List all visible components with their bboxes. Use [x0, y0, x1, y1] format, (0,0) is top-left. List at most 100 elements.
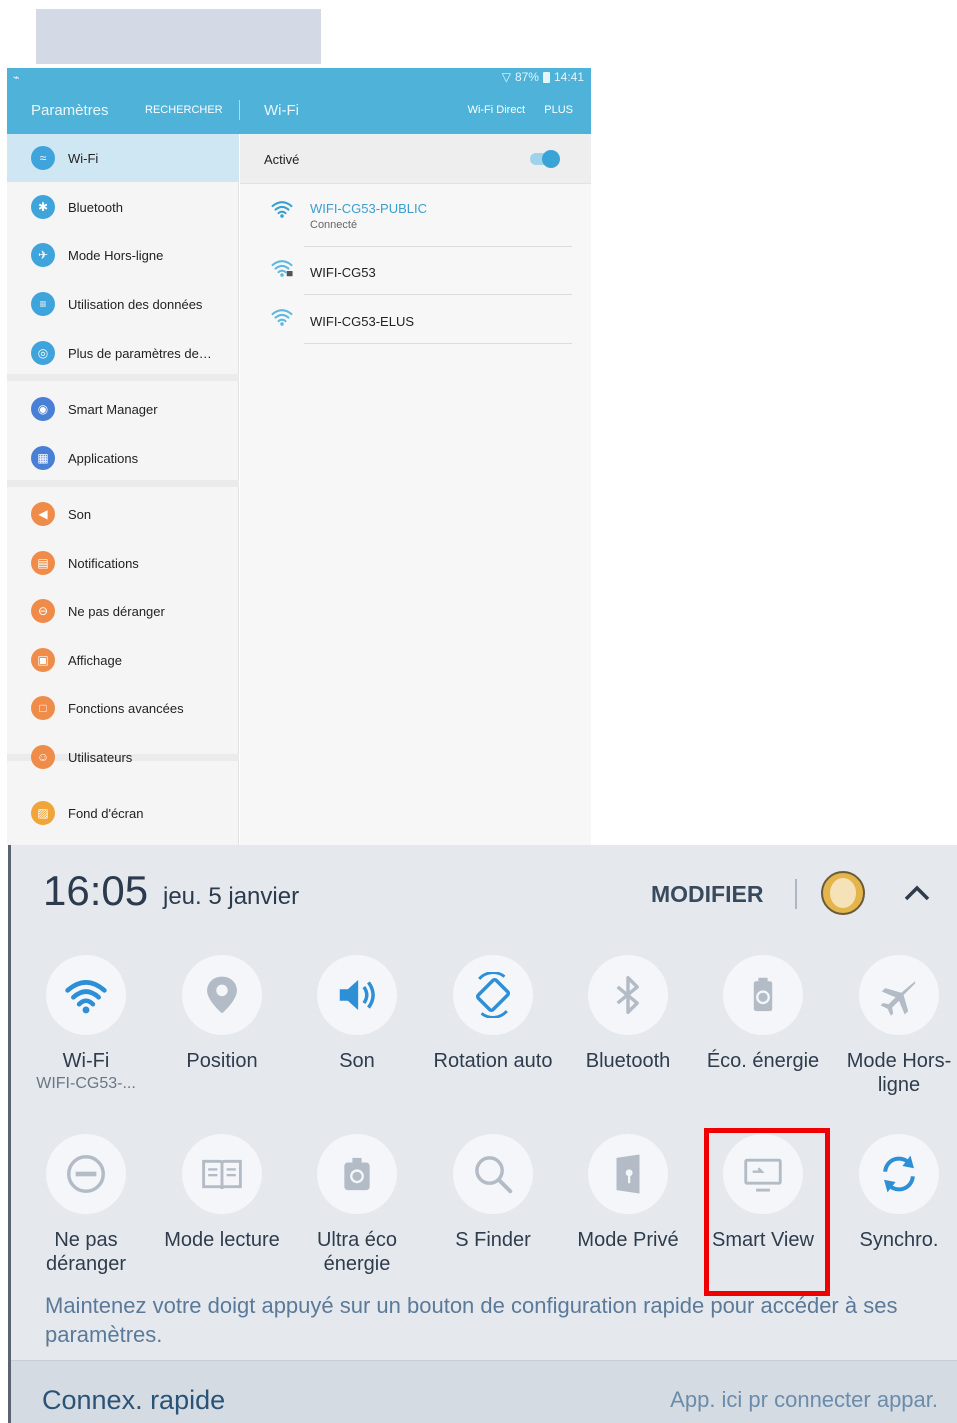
airplane-icon: ✈ — [31, 243, 55, 267]
wifi-icon: ≈ — [31, 146, 55, 170]
wifi-network-name: WIFI-CG53-PUBLIC — [310, 201, 428, 216]
quick-tile-label: Mode Privé — [577, 1229, 679, 1251]
location-icon — [182, 955, 262, 1035]
sidebar-item-label: Fonctions avancées — [68, 700, 184, 716]
quick-connect-title: Connex. rapide — [42, 1385, 226, 1415]
sidebar-item-users[interactable]: ☺ Utilisateurs — [7, 733, 239, 781]
quick-tile-label: Position — [186, 1050, 258, 1072]
chevron-up-icon[interactable] — [899, 875, 935, 911]
sidebar-item-label: Utilisateurs — [68, 749, 133, 765]
panel-time: 16:05 — [43, 867, 149, 914]
quick-tile-sublabel: WIFI-CG53-... — [36, 1075, 136, 1092]
wifi-network-status: Connecté — [310, 219, 358, 231]
wifi-toggle[interactable] — [530, 150, 560, 168]
wifi-network-item[interactable]: WIFI-CG53-ELUS — [240, 295, 591, 344]
wifi-toggle-row[interactable]: Activé — [240, 134, 591, 184]
quick-tile-battery-saver[interactable]: Éco. énergie — [698, 955, 828, 1073]
sidebar-item-label: Plus de paramètres de… — [68, 345, 212, 361]
wifi-network-item[interactable]: WIFI-CG53-PUBLIC Connecté — [240, 185, 591, 247]
search-icon — [453, 1134, 533, 1214]
search-button[interactable]: RECHERCHER — [145, 104, 223, 116]
notification-icon: ⌁ — [13, 71, 20, 84]
quick-tile-label: Mode Hors-ligne — [846, 1050, 952, 1096]
quick-tile-airplane[interactable]: Mode Hors-ligne — [834, 955, 957, 1097]
blank-banner — [36, 9, 321, 64]
rotation-icon — [453, 955, 533, 1035]
settings-header: Paramètres RECHERCHER Wi-Fi Wi-Fi Direct… — [7, 86, 591, 134]
display-icon: ▣ — [31, 648, 55, 672]
sidebar-item-airplane[interactable]: ✈ Mode Hors-ligne — [7, 231, 239, 279]
sync-icon — [859, 1134, 939, 1214]
sidebar-item-apps[interactable]: ▦ Applications — [7, 434, 239, 482]
wifi-network-name: WIFI-CG53 — [310, 265, 376, 280]
quick-tile-wifi[interactable]: Wi-Fi WIFI-CG53-... — [21, 955, 151, 1093]
advanced-features-icon: □ — [31, 696, 55, 720]
sidebar-item-display[interactable]: ▣ Affichage — [7, 636, 239, 684]
battery-icon — [542, 71, 550, 83]
quick-tile-ultra-power-saving[interactable]: Ultra éco énergie — [292, 1134, 422, 1276]
quick-connect-hint: App. ici pr connecter appar. — [670, 1387, 938, 1412]
do-not-disturb-icon — [46, 1134, 126, 1214]
quick-tile-label: Bluetooth — [585, 1050, 671, 1072]
notifications-icon: ▤ — [31, 551, 55, 575]
quick-tile-location[interactable]: Position — [157, 955, 287, 1073]
modify-button[interactable]: MODIFIER — [651, 881, 763, 908]
quick-tile-label: Éco. énergie — [706, 1050, 820, 1072]
sidebar-item-advanced-features[interactable]: □ Fonctions avancées — [7, 684, 239, 732]
quick-tile-search[interactable]: S Finder — [428, 1134, 558, 1252]
avatar[interactable] — [821, 871, 865, 915]
quick-tile-sound[interactable]: Son — [292, 955, 422, 1073]
quick-tile-rotation[interactable]: Rotation auto — [428, 955, 558, 1073]
wifi-icon — [270, 307, 294, 327]
sidebar-item-antenna[interactable]: ◎ Plus de paramètres de… — [7, 329, 239, 377]
sidebar-item-label: Bluetooth — [68, 199, 123, 215]
sidebar-item-label: Utilisation des données — [68, 296, 203, 312]
reading-mode-icon — [182, 1134, 262, 1214]
more-button[interactable]: PLUS — [544, 104, 573, 116]
sidebar-item-label: Applications — [68, 450, 139, 466]
quick-connect-bar[interactable]: Connex. rapide App. ici pr connecter app… — [11, 1360, 957, 1423]
users-icon: ☺ — [31, 745, 55, 769]
sidebar-item-wifi[interactable]: ≈ Wi-Fi — [7, 134, 239, 182]
panel-divider — [795, 879, 797, 909]
smart-view-highlight — [704, 1128, 830, 1296]
quick-tile-sync[interactable]: Synchro. — [834, 1134, 957, 1252]
wifi-network-name: WIFI-CG53-ELUS — [310, 314, 415, 329]
header-divider — [239, 100, 240, 120]
sidebar-item-sound[interactable]: ◀ Son — [7, 490, 239, 538]
quick-tile-bluetooth[interactable]: Bluetooth — [563, 955, 693, 1073]
sidebar-item-smart-manager[interactable]: ◉ Smart Manager — [7, 385, 239, 433]
wifi-signal-icon: ▽ — [501, 70, 511, 84]
wifi-icon — [270, 199, 294, 219]
quick-panel: 16:05 jeu. 5 janvier MODIFIER Wi-Fi WIFI-… — [8, 845, 957, 1423]
airplane-icon — [859, 955, 939, 1035]
sidebar-item-data-usage[interactable]: ≡ Utilisation des données — [7, 280, 239, 328]
wallpaper-icon: ▨ — [31, 801, 55, 825]
page-title: Paramètres — [31, 101, 109, 119]
section-title: Wi-Fi — [264, 101, 299, 119]
sidebar-item-label: Affichage — [68, 652, 122, 668]
bluetooth-icon: ✱ — [31, 195, 55, 219]
sidebar-item-do-not-disturb[interactable]: ⊖ Ne pas déranger — [7, 587, 239, 635]
quick-tile-label: S Finder — [455, 1229, 531, 1251]
settings-screen: ⌁ ▽ 87% 14:41 Paramètres RECHERCHER Wi-F… — [7, 68, 591, 845]
wifi-network-item[interactable]: WIFI-CG53 — [240, 246, 591, 295]
data-usage-icon: ≡ — [31, 292, 55, 316]
wifi-lock-icon — [270, 258, 294, 278]
sidebar-item-notifications[interactable]: ▤ Notifications — [7, 539, 239, 587]
wifi-direct-button[interactable]: Wi-Fi Direct — [468, 104, 525, 116]
private-mode-icon — [588, 1134, 668, 1214]
quick-tile-label: Wi-Fi — [62, 1050, 110, 1072]
quick-tile-reading-mode[interactable]: Mode lecture — [157, 1134, 287, 1252]
quick-tile-label: Synchro. — [859, 1229, 939, 1251]
quick-tile-private-mode[interactable]: Mode Privé — [563, 1134, 693, 1252]
wifi-toggle-label: Activé — [264, 152, 300, 167]
sidebar-item-wallpaper[interactable]: ▨ Fond d'écran — [7, 789, 239, 837]
quick-tile-do-not-disturb[interactable]: Ne pas déranger — [21, 1134, 151, 1276]
ultra-power-saving-icon — [317, 1134, 397, 1214]
do-not-disturb-icon: ⊖ — [31, 599, 55, 623]
sidebar-item-bluetooth[interactable]: ✱ Bluetooth — [7, 183, 239, 231]
sidebar-item-label: Notifications — [68, 555, 139, 571]
sound-icon — [317, 955, 397, 1035]
apps-icon: ▦ — [31, 446, 55, 470]
